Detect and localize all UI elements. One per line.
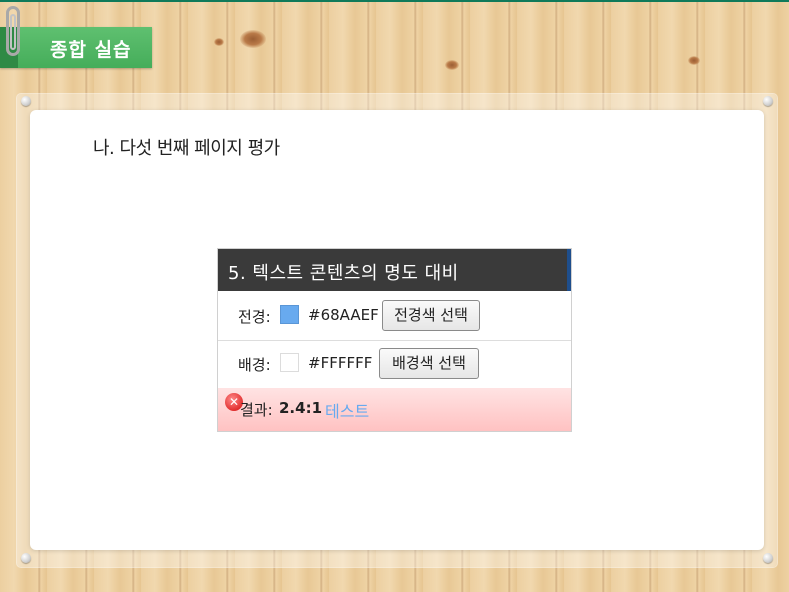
pin-icon [763, 553, 773, 563]
panel-title: 5. 텍스트 콘텐츠의 명도 대비 [228, 263, 459, 284]
foreground-color-button[interactable]: 전경색 선택 [382, 300, 480, 331]
pin-icon [21, 96, 31, 106]
pin-icon [763, 96, 773, 106]
paperclip-inner-icon [10, 14, 16, 50]
panel-header-edge [567, 249, 571, 291]
wood-knot [688, 56, 700, 65]
background-label: 배경: [238, 356, 271, 374]
wood-knot [240, 30, 266, 48]
panel-header: 5. 텍스트 콘텐츠의 명도 대비 [218, 249, 571, 291]
section-title: 종합 실습 [50, 39, 132, 61]
wood-knot [214, 38, 224, 46]
wood-knot [445, 60, 459, 70]
contrast-ratio-value: 2.4:1 [279, 399, 323, 417]
background-color-swatch[interactable] [280, 353, 299, 372]
contrast-sample-text: 테스트 [325, 402, 370, 421]
top-border-line [0, 0, 789, 2]
foreground-color-swatch[interactable] [280, 305, 299, 324]
background-hex-value: #FFFFFF [308, 354, 373, 372]
page-subtitle: 나. 다섯 번째 페이지 평가 [93, 138, 280, 159]
foreground-hex-value: #68AAEF [308, 306, 379, 324]
foreground-label: 전경: [238, 308, 271, 326]
row-divider [218, 340, 571, 341]
background-color-button[interactable]: 배경색 선택 [379, 348, 479, 379]
contrast-checker-panel: 5. 텍스트 콘텐츠의 명도 대비 전경: #68AAEF 전경색 선택 배경:… [217, 248, 572, 432]
result-label: 결과: [240, 401, 273, 419]
pin-icon [21, 553, 31, 563]
